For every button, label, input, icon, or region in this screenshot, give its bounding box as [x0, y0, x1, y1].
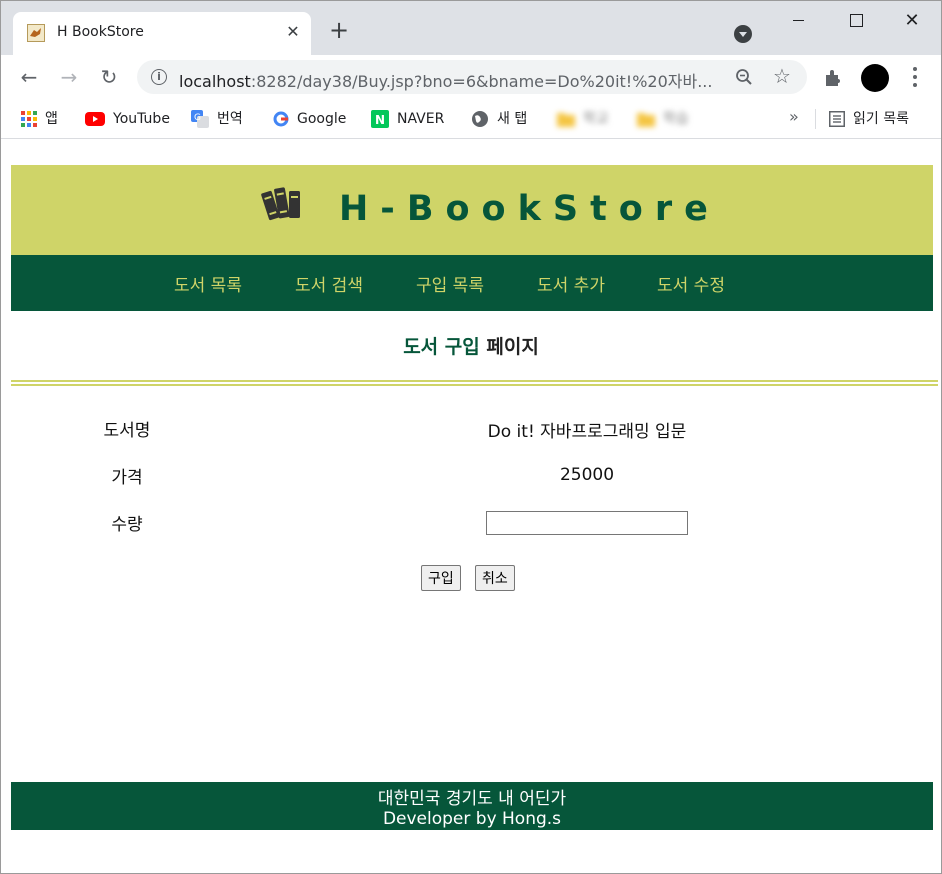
back-icon[interactable]: ←	[15, 63, 43, 91]
site-header: H-BookStore	[11, 165, 933, 255]
bookmark-folder-2[interactable]: 학습	[637, 109, 689, 129]
folder-icon	[637, 113, 655, 127]
cancel-button[interactable]: 취소	[475, 565, 515, 591]
bookmark-youtube[interactable]: YouTube	[85, 109, 170, 129]
heading-divider	[11, 380, 938, 386]
extensions-puzzle-icon[interactable]	[823, 67, 845, 89]
nav-purchase-list[interactable]: 구입 목록	[416, 271, 484, 296]
tab-strip: H BookStore ✕ + ✕	[1, 1, 941, 55]
site-nav: 도서 목록 도서 검색 구입 목록 도서 추가 도서 수정	[11, 255, 933, 311]
bookmark-naver[interactable]: N NAVER	[371, 109, 444, 129]
svg-text:N: N	[375, 113, 385, 127]
nav-book-list[interactable]: 도서 목록	[174, 271, 242, 296]
new-tab-icon[interactable]: +	[327, 18, 351, 43]
menu-dots-icon[interactable]	[907, 65, 923, 89]
bookmark-translate[interactable]: G 번역	[191, 109, 243, 129]
browser-tab[interactable]: H BookStore ✕	[13, 12, 311, 55]
reading-list-label: 읽기 목록	[853, 111, 909, 127]
zoom-out-icon[interactable]	[735, 68, 753, 86]
bookmarks-divider	[815, 109, 816, 129]
book-name-label: 도서명	[103, 421, 151, 441]
url-host: localhost	[179, 72, 251, 91]
translate-icon: G	[191, 110, 209, 128]
nav-edit-book[interactable]: 도서 수정	[657, 271, 725, 296]
footer-address: 대한민국 경기도 내 어딘가	[377, 789, 567, 809]
page-heading-rest: 페이지	[486, 336, 539, 358]
quantity-input[interactable]	[486, 511, 688, 535]
bookmark-label: 학교	[583, 111, 609, 127]
browser-toolbar: ← → ↻ i localhost:8282/day38/Buy.jsp?bno…	[1, 55, 941, 99]
info-icon[interactable]: i	[151, 69, 167, 85]
tab-title: H BookStore	[57, 24, 144, 40]
reading-list-icon	[829, 111, 845, 127]
price-value: 25000	[559, 465, 615, 485]
page-heading: 도서 구입 페이지	[1, 332, 941, 359]
window-close-icon[interactable]: ✕	[883, 1, 941, 41]
site-footer: 대한민국 경기도 내 어딘가 Developer by Hong.s	[11, 782, 933, 830]
page-heading-highlight: 도서 구입	[403, 336, 480, 358]
youtube-icon	[85, 112, 105, 126]
tab-search-icon[interactable]	[734, 25, 752, 43]
bookmark-apps[interactable]: 앱	[21, 109, 58, 129]
url-path: :8282/day38/Buy.jsp?bno=6&bname=Do%20it!…	[250, 72, 713, 91]
apps-grid-icon	[21, 111, 37, 127]
folder-icon	[557, 113, 575, 127]
minimize-icon[interactable]	[769, 1, 827, 41]
svg-text:G: G	[194, 113, 201, 123]
browser-window: H BookStore ✕ + ✕ ← → ↻ i localhost:8282…	[0, 0, 942, 874]
bookmarks-bar: 앱 YouTube G 번역 Google N NAVER 새 탭 학교 학습 » …	[1, 99, 941, 139]
price-label: 가격	[111, 468, 143, 488]
more-bookmarks-icon[interactable]: »	[789, 107, 799, 126]
bookmark-label: 새 탭	[497, 111, 528, 127]
nav-book-search[interactable]: 도서 검색	[295, 271, 363, 296]
nav-add-book[interactable]: 도서 추가	[537, 271, 605, 296]
bookmark-label: 학습	[663, 111, 689, 127]
books-icon	[261, 187, 300, 221]
bookmark-new-tab[interactable]: 새 탭	[471, 109, 527, 129]
maximize-icon[interactable]	[827, 1, 885, 41]
profile-avatar[interactable]	[861, 64, 889, 92]
naver-icon: N	[371, 110, 389, 128]
quantity-label: 수량	[111, 515, 143, 535]
tomcat-favicon-icon	[27, 24, 45, 42]
bookmark-label: YouTube	[113, 111, 170, 127]
book-name-value: Do it! 자바프로그래밍 입문	[487, 422, 687, 442]
globe-icon	[472, 111, 488, 127]
page-viewport: H-BookStore 도서 목록 도서 검색 구입 목록 도서 추가 도서 수…	[1, 140, 941, 873]
buy-button[interactable]: 구입	[421, 565, 461, 591]
reading-list[interactable]: 읽기 목록	[829, 109, 909, 129]
bookmark-folder-1[interactable]: 학교	[557, 109, 609, 129]
reload-icon[interactable]: ↻	[95, 63, 123, 91]
site-title: H-BookStore	[339, 189, 720, 229]
bookmark-star-icon[interactable]: ☆	[773, 65, 791, 87]
bookmark-label: NAVER	[397, 111, 445, 127]
forward-icon[interactable]: →	[55, 63, 83, 91]
footer-developer: Developer by Hong.s	[382, 809, 562, 829]
address-bar[interactable]: i localhost:8282/day38/Buy.jsp?bno=6&bna…	[137, 60, 807, 94]
google-icon	[273, 111, 289, 127]
close-tab-icon[interactable]: ✕	[283, 22, 303, 42]
url-text: localhost:8282/day38/Buy.jsp?bno=6&bname…	[179, 68, 712, 92]
bookmark-label: 앱	[45, 111, 58, 127]
bookmark-label: 번역	[217, 111, 243, 127]
bookmark-label: Google	[297, 111, 347, 127]
bookmark-google[interactable]: Google	[273, 109, 346, 129]
